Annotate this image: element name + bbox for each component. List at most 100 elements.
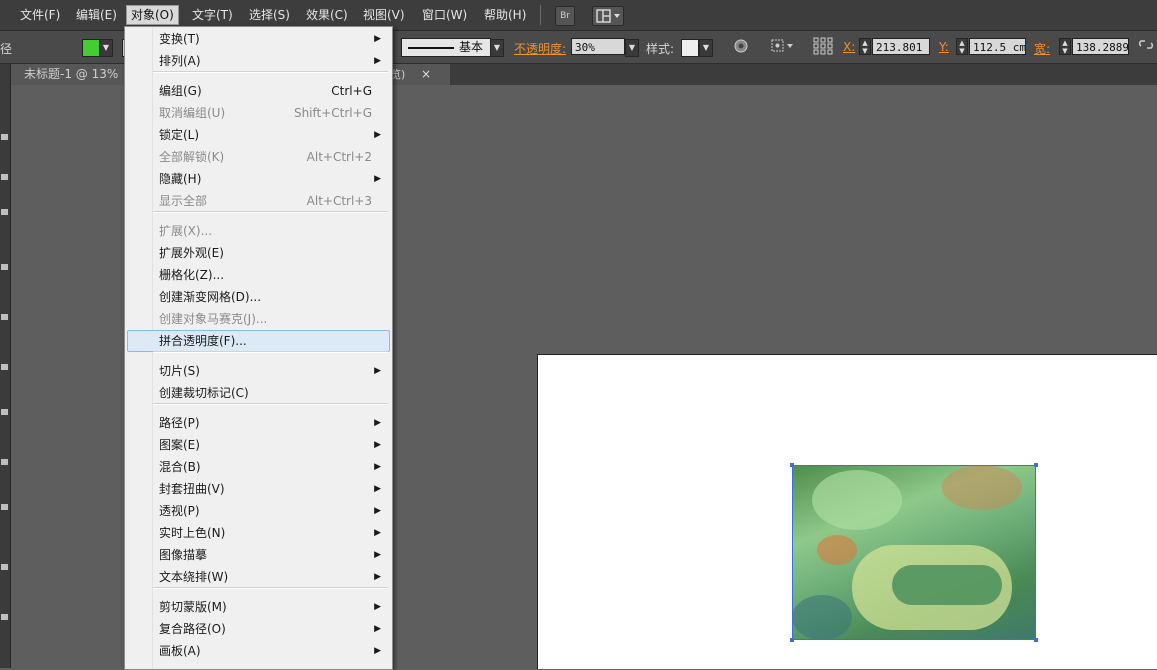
stroke-profile-field[interactable]: 基本	[401, 38, 491, 57]
menu-item-label: 创建渐变网格(D)...	[159, 290, 262, 304]
menu-item[interactable]: 扩展外观(E)	[125, 242, 390, 264]
menu-effect[interactable]: 效果(C)	[302, 6, 352, 24]
menu-item[interactable]: 创建渐变网格(D)...	[125, 286, 390, 308]
y-stepper[interactable]: ▲ ▼	[956, 38, 968, 55]
width-label: 宽:	[1034, 42, 1051, 56]
submenu-arrow-icon: ▶	[374, 462, 381, 472]
menu-item-label: 混合(B)	[159, 460, 201, 474]
menu-item[interactable]: 隐藏(H) ▶	[125, 168, 390, 190]
menu-item[interactable]: 图像描摹 ▶	[125, 544, 390, 566]
menu-item-label: 变换(T)	[159, 32, 200, 46]
tool-icon[interactable]	[1, 504, 8, 510]
menu-item[interactable]: 画板(A) ▶	[125, 640, 390, 662]
menu-item-label: 文本绕排(W)	[159, 570, 229, 584]
link-proportions-icon[interactable]	[1138, 37, 1154, 57]
menu-item[interactable]: 实时上色(N) ▶	[125, 522, 390, 544]
menu-separator	[153, 587, 388, 589]
tool-icon[interactable]	[1, 264, 8, 270]
submenu-arrow-icon: ▶	[374, 34, 381, 44]
menu-item-label: 画板(A)	[159, 644, 201, 658]
tools-panel	[0, 64, 11, 668]
submenu-arrow-icon: ▶	[374, 174, 381, 184]
reference-point-icon[interactable]	[813, 37, 833, 59]
menu-item[interactable]: 栅格化(Z)...	[125, 264, 390, 286]
menu-item[interactable]: 透视(P) ▶	[125, 500, 390, 522]
graphic-style-dropdown[interactable]: ▼	[699, 39, 713, 57]
x-input[interactable]: 213.801	[872, 38, 930, 55]
x-stepper[interactable]: ▲ ▼	[859, 38, 871, 55]
menu-help[interactable]: 帮助(H)	[480, 6, 530, 24]
opacity-label[interactable]: 不透明度:	[514, 40, 566, 57]
menu-item-label: 锁定(L)	[159, 128, 200, 142]
menu-item-shortcut: Shift+Ctrl+G	[293, 106, 372, 120]
tool-icon[interactable]	[1, 614, 8, 620]
menu-file[interactable]: 文件(F)	[16, 6, 64, 24]
opacity-dropdown[interactable]: ▼	[625, 39, 639, 57]
menu-separator	[153, 211, 388, 213]
bridge-button[interactable]: Br	[555, 6, 575, 26]
tool-icon[interactable]	[1, 564, 8, 570]
menu-item-label: 切片(S)	[159, 364, 200, 378]
selection-bounding-box[interactable]	[792, 465, 1036, 640]
submenu-arrow-icon: ▶	[374, 56, 381, 66]
submenu-arrow-icon: ▶	[374, 418, 381, 428]
fill-color-swatch[interactable]	[82, 39, 100, 57]
menu-item[interactable]: 变换(T) ▶	[125, 28, 390, 50]
tool-icon[interactable]	[1, 364, 8, 370]
selection-handle[interactable]	[790, 638, 794, 642]
menu-select[interactable]: 选择(S)	[245, 6, 294, 24]
submenu-arrow-icon: ▶	[374, 440, 381, 450]
menu-item-shortcut: Alt+Ctrl+3	[306, 194, 372, 208]
menu-item[interactable]: 路径(P) ▶	[125, 412, 390, 434]
menu-item[interactable]: 图案(E) ▶	[125, 434, 390, 456]
fill-dropdown-arrow[interactable]: ▼	[99, 39, 113, 57]
menu-item: 全部解锁(K) Alt+Ctrl+2	[125, 146, 390, 168]
submenu-arrow-icon: ▶	[374, 550, 381, 560]
menu-item[interactable]: 剪切蒙版(M) ▶	[125, 596, 390, 618]
tool-icon[interactable]	[1, 209, 8, 215]
width-input[interactable]: 138.2889	[1072, 38, 1129, 55]
stroke-style-dropdown[interactable]: ▼	[490, 39, 504, 57]
tool-icon[interactable]	[1, 134, 8, 140]
menu-item[interactable]: 编组(G) Ctrl+G	[125, 80, 390, 102]
graphic-style-swatch[interactable]	[681, 39, 699, 57]
menu-item[interactable]: 排列(A) ▶	[125, 50, 390, 72]
menu-view[interactable]: 视图(V)	[359, 6, 409, 24]
menu-item-label: 图案(E)	[159, 438, 200, 452]
recolor-artwork-icon[interactable]	[733, 37, 749, 57]
arrange-documents-button[interactable]	[592, 6, 624, 26]
tool-icon[interactable]	[1, 409, 8, 415]
opacity-input[interactable]: 30%	[571, 38, 625, 55]
menu-item[interactable]: 切片(S) ▶	[125, 360, 390, 382]
width-stepper[interactable]: ▲ ▼	[1059, 38, 1071, 55]
menu-object[interactable]: 对象(O)	[126, 5, 179, 25]
menu-item[interactable]: 文本绕排(W) ▶	[125, 566, 390, 588]
submenu-arrow-icon: ▶	[374, 572, 381, 582]
document-tab-2[interactable]: 览) ×	[390, 64, 450, 85]
selection-handle[interactable]	[1034, 638, 1038, 642]
menu-item[interactable]: 封套扭曲(V) ▶	[125, 478, 390, 500]
tool-icon[interactable]	[1, 459, 8, 465]
selection-handle[interactable]	[1034, 463, 1038, 467]
menu-item[interactable]: 创建裁切标记(C)	[125, 382, 390, 404]
document-tab[interactable]: 未标题-1 @ 13%	[10, 64, 124, 85]
menu-window[interactable]: 窗口(W)	[418, 6, 471, 24]
submenu-arrow-icon: ▶	[374, 602, 381, 612]
y-input[interactable]: 112.5 cm	[969, 38, 1026, 55]
menu-type[interactable]: 文字(T)	[188, 6, 237, 24]
submenu-arrow-icon: ▶	[374, 366, 381, 376]
tool-icon[interactable]	[1, 314, 8, 320]
stroke-line-preview	[408, 47, 454, 49]
menu-item-label: 显示全部	[159, 194, 208, 208]
menu-item[interactable]: 复合路径(O) ▶	[125, 618, 390, 640]
tool-icon[interactable]	[1, 174, 8, 180]
close-tab-icon[interactable]: ×	[421, 64, 431, 85]
menu-item: 扩展(X)...	[125, 220, 390, 242]
selection-handle[interactable]	[790, 463, 794, 467]
menu-item[interactable]: 锁定(L) ▶	[125, 124, 390, 146]
align-selection-icon[interactable]	[770, 37, 796, 57]
menu-item[interactable]: 混合(B) ▶	[125, 456, 390, 478]
menu-item[interactable]: 拼合透明度(F)...	[125, 330, 390, 352]
menubar-divider	[540, 5, 541, 25]
menu-edit[interactable]: 编辑(E)	[72, 6, 121, 24]
